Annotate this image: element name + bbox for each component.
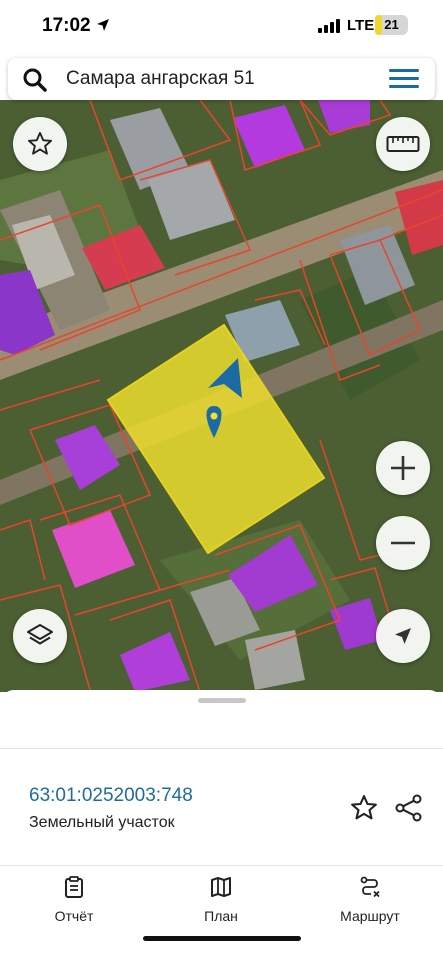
star-icon[interactable] bbox=[349, 793, 379, 823]
share-icon[interactable] bbox=[394, 793, 424, 823]
zoom-in-button[interactable] bbox=[376, 441, 430, 495]
sheet-handle[interactable] bbox=[198, 698, 246, 703]
divider bbox=[0, 865, 443, 866]
navigation-arrow-icon bbox=[395, 628, 411, 644]
search-input[interactable]: Самара ангарская 51 bbox=[66, 68, 255, 90]
parcel-type-label: Земельный участок bbox=[29, 814, 175, 831]
tab-label: Маршрут bbox=[340, 908, 400, 924]
minus-icon bbox=[391, 541, 415, 545]
layers-button[interactable] bbox=[13, 609, 67, 663]
star-icon bbox=[27, 131, 53, 155]
battery-percent: 21 bbox=[384, 17, 399, 32]
report-icon bbox=[65, 876, 83, 898]
favorite-button[interactable] bbox=[13, 117, 67, 171]
menu-icon[interactable] bbox=[389, 69, 419, 89]
battery-icon: 21 bbox=[375, 15, 408, 35]
map-plan-icon bbox=[211, 877, 231, 897]
parcel-bottom-sheet[interactable]: 63:01:0252003:748 Земельный участок Отчё… bbox=[0, 690, 443, 960]
tab-plan[interactable]: План bbox=[171, 876, 271, 924]
search-icon[interactable] bbox=[22, 67, 48, 93]
tab-label: План bbox=[204, 908, 238, 924]
ruler-icon bbox=[386, 136, 420, 152]
plus-icon bbox=[391, 456, 415, 480]
route-icon bbox=[360, 876, 380, 898]
status-bar: 17:02 LTE 21 bbox=[0, 0, 443, 52]
satellite-map[interactable] bbox=[0, 100, 443, 692]
status-time: 17:02 bbox=[42, 15, 91, 36]
location-arrow-icon bbox=[97, 19, 109, 31]
measure-button[interactable] bbox=[376, 117, 430, 171]
zoom-out-button[interactable] bbox=[376, 516, 430, 570]
tab-route[interactable]: Маршрут bbox=[320, 876, 420, 924]
network-type: LTE bbox=[347, 17, 375, 34]
cadastral-number-link[interactable]: 63:01:0252003:748 bbox=[29, 785, 193, 807]
signal-icon bbox=[318, 19, 340, 33]
layers-icon bbox=[27, 624, 53, 645]
my-location-button[interactable] bbox=[376, 609, 430, 663]
map-canvas[interactable] bbox=[0, 100, 443, 692]
tab-label: Отчёт bbox=[54, 908, 94, 924]
search-bar[interactable]: Самара ангарская 51 bbox=[8, 58, 435, 100]
home-indicator bbox=[143, 936, 301, 941]
tab-report[interactable]: Отчёт bbox=[24, 876, 124, 924]
divider bbox=[0, 748, 443, 749]
